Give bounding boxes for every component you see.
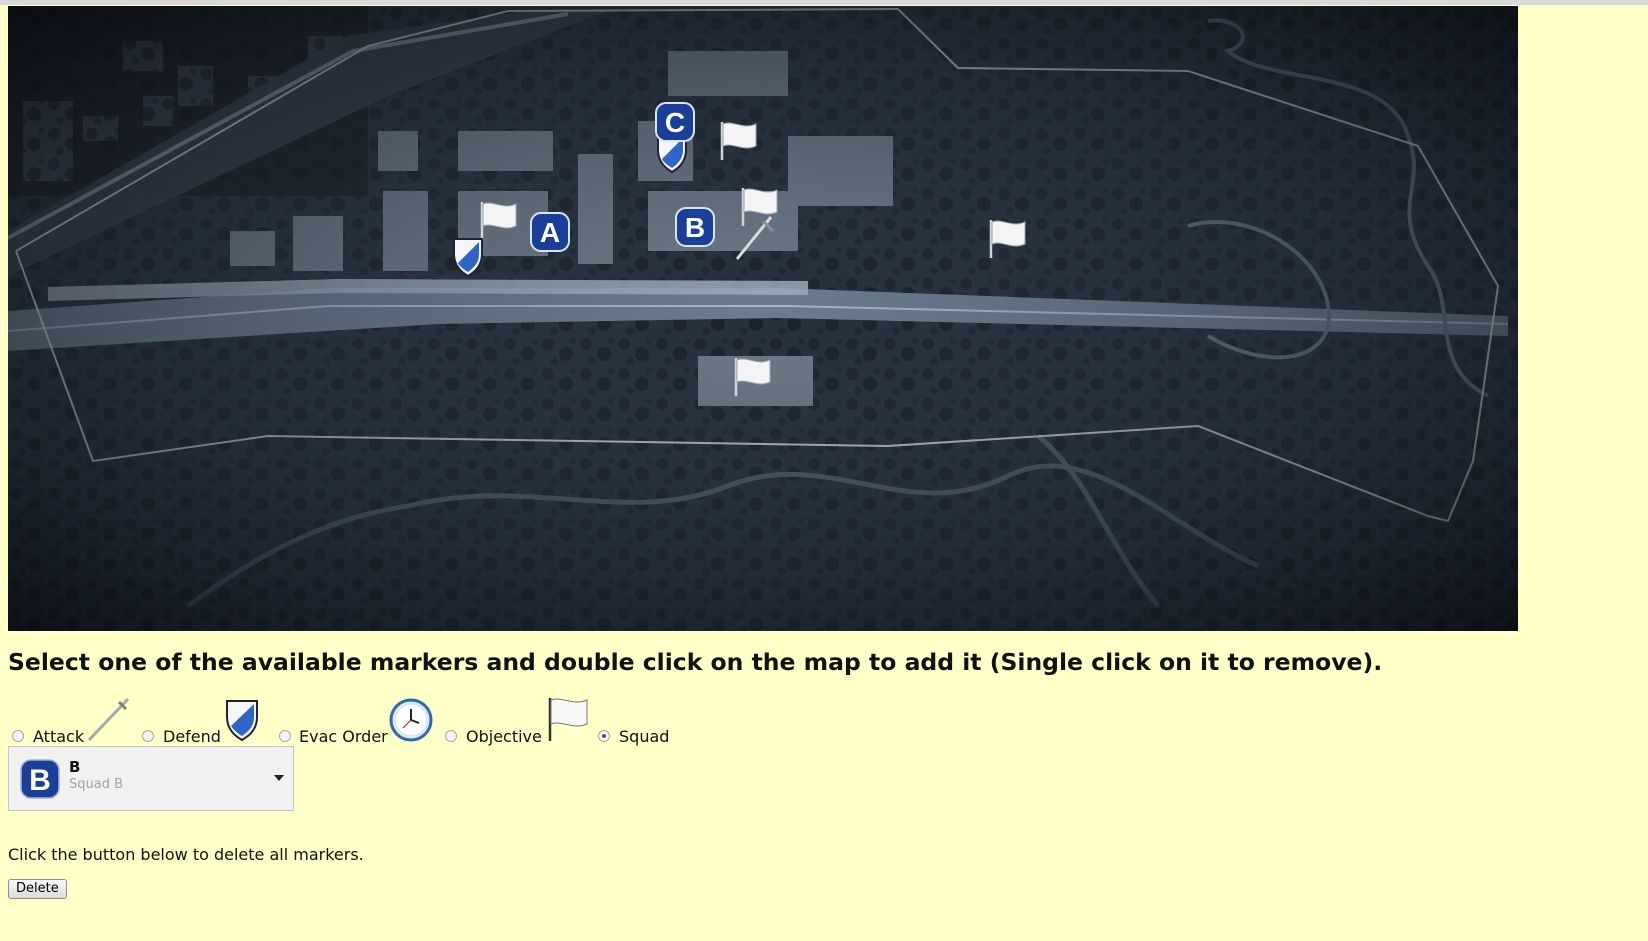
attack-label: Attack <box>33 727 85 746</box>
chevron-down-icon[interactable] <box>274 775 284 781</box>
map-canvas[interactable]: A B C <box>8 6 1518 631</box>
evac-order-radio[interactable] <box>279 730 291 742</box>
map-background <box>8 6 1518 631</box>
objective-flag-icon[interactable] <box>730 354 774 398</box>
delete-instructions: Click the button below to delete all mar… <box>8 845 364 864</box>
instructions-heading: Select one of the available markers and … <box>8 648 1383 676</box>
clock-icon <box>389 698 433 742</box>
defend-shield-icon[interactable] <box>451 236 485 278</box>
svg-text:B: B <box>29 764 51 797</box>
objective-flag-icon[interactable] <box>716 118 760 162</box>
svg-text:C: C <box>665 107 685 138</box>
svg-text:A: A <box>540 217 560 248</box>
browser-top-edge <box>0 0 1648 5</box>
flag-icon <box>548 698 588 741</box>
squad-a-badge[interactable]: A <box>530 212 570 252</box>
defend-radio[interactable] <box>142 730 154 742</box>
squad-c-badge[interactable]: C <box>655 102 695 142</box>
squad-dropdown-title: B <box>69 758 81 776</box>
delete-button[interactable]: Delete <box>8 879 67 899</box>
defend-label: Defend <box>163 727 221 746</box>
squad-dropdown-subtitle: Squad B <box>69 777 124 792</box>
objective-radio[interactable] <box>445 730 457 742</box>
squad-b-icon: B <box>20 759 60 799</box>
objective-flag-icon[interactable] <box>985 216 1029 260</box>
evac-order-label: Evac Order <box>299 727 388 746</box>
svg-text:B: B <box>685 212 705 243</box>
squad-dropdown[interactable]: B B Squad B <box>8 746 294 811</box>
squad-b-badge[interactable]: B <box>675 207 715 247</box>
attack-sword-icon[interactable] <box>733 211 777 261</box>
shield-icon <box>226 700 258 742</box>
attack-radio[interactable] <box>12 730 24 742</box>
squad-label: Squad <box>619 727 670 746</box>
squad-radio[interactable] <box>598 730 610 742</box>
sword-icon <box>87 697 130 742</box>
marker-options: Attack Defend Evac Order Objective Squad <box>8 696 708 748</box>
objective-label: Objective <box>466 727 542 746</box>
